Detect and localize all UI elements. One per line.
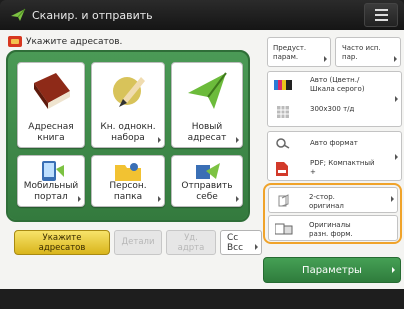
file-format-icon: [276, 137, 290, 152]
mobile-portal-icon: [36, 159, 66, 187]
address-book-icon: [28, 69, 74, 117]
tile-label: Новый адресат: [187, 122, 227, 143]
mixed-size-label: Оригиналы разн. форм.: [309, 221, 353, 238]
chevron-right-icon: [394, 56, 397, 62]
chevron-right-icon: [78, 196, 81, 202]
menu-button[interactable]: [364, 3, 398, 27]
chevron-right-icon: [392, 267, 395, 273]
tile-one-touch[interactable]: Кн. однокн. набора: [91, 62, 165, 148]
chevron-right-icon: [158, 196, 161, 202]
frequently-used-button[interactable]: Часто исп. пар.: [335, 37, 401, 67]
resolution-icon: [277, 106, 289, 121]
color-resolution-button[interactable]: Авто (Цветн./ Шкала серого) 300x300 т/д: [267, 71, 402, 127]
status-text: Укажите адресатов.: [26, 36, 123, 47]
destination-panel: Адресная книга Кн. однокн. набора Новый …: [6, 50, 250, 222]
chevron-right-icon: [324, 56, 327, 62]
duplex-icon: [277, 194, 291, 211]
tile-mobile-portal[interactable]: Мобильный портал: [17, 155, 85, 207]
app-title: Сканир. и отправить: [32, 8, 153, 22]
pdf-format-label: PDF; Компактный +: [310, 159, 375, 176]
chevron-right-icon: [158, 137, 161, 143]
tile-send-to-myself[interactable]: Отправить себе: [171, 155, 243, 207]
tile-label: Кн. однокн. набора: [100, 122, 156, 143]
personal-folder-icon: [113, 159, 143, 187]
file-format-button[interactable]: Авто формат PDF; Компактный +: [267, 131, 402, 181]
chevron-right-icon: [395, 96, 398, 102]
chevron-right-icon: [236, 137, 239, 143]
duplex-original-button[interactable]: 2-стор. оригинал: [268, 187, 398, 213]
menu-icon: [374, 9, 388, 11]
chevron-right-icon: [236, 196, 239, 202]
tile-address-book[interactable]: Адресная книга: [17, 62, 85, 148]
send-to-myself-icon: [192, 159, 222, 187]
one-touch-icon: [105, 69, 151, 117]
resolution-label: 300x300 т/д: [310, 105, 355, 113]
preset-settings-button[interactable]: Предуст. парам.: [267, 37, 331, 67]
freq-label: Часто исп. пар.: [342, 44, 381, 61]
specify-destinations-button[interactable]: Укажите адресатов: [14, 230, 110, 255]
tile-new-destination[interactable]: Новый адресат: [171, 62, 243, 148]
cc-bcc-button[interactable]: Cc Bcc: [220, 230, 262, 255]
mixed-size-originals-button[interactable]: Оригиналы разн. форм.: [268, 215, 398, 241]
chevron-right-icon: [255, 244, 258, 250]
color-mode-icon: [274, 80, 292, 93]
tile-label: Адресная книга: [28, 122, 74, 143]
preset-label: Предуст. парам.: [273, 44, 307, 61]
options-label: Параметры: [302, 265, 362, 276]
tile-personal-folder[interactable]: Персон. папка: [91, 155, 165, 207]
send-icon: [8, 5, 28, 25]
options-button[interactable]: Параметры: [263, 257, 401, 283]
details-button[interactable]: Детали: [114, 230, 162, 255]
delete-destination-button[interactable]: Уд. адрта: [166, 230, 216, 255]
mixed-size-icon: [274, 223, 293, 238]
screen: Сканир. и отправить Укажите адресатов. А…: [0, 0, 404, 309]
new-destination-icon: [184, 69, 230, 117]
file-format-label: Авто формат: [310, 139, 358, 147]
warning-icon: [8, 36, 22, 47]
duplex-label: 2-стор. оригинал: [309, 193, 344, 210]
status-message: Укажите адресатов.: [8, 36, 122, 47]
cc-bcc-label: Cc Bcc: [227, 233, 244, 253]
header-bar: Сканир. и отправить: [0, 0, 404, 30]
pdf-icon: [276, 162, 288, 179]
chevron-right-icon: [391, 196, 394, 202]
color-mode-label: Авто (Цветн./ Шкала серого): [310, 76, 365, 93]
chevron-right-icon: [395, 154, 398, 160]
